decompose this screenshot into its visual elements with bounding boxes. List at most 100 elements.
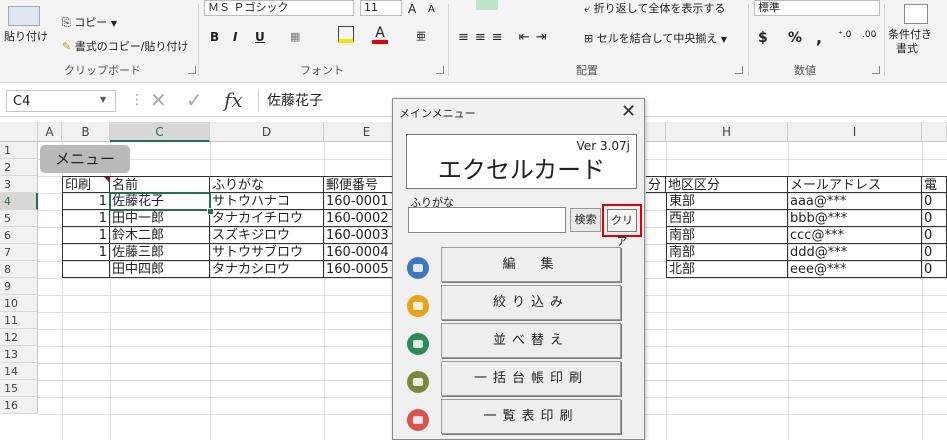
cell-email[interactable]: ccc@*** xyxy=(788,227,922,244)
cell-postal[interactable]: 160-0003 xyxy=(324,227,394,244)
number-launcher-icon[interactable] xyxy=(872,66,880,74)
column-header-j[interactable] xyxy=(922,122,947,142)
header-region[interactable]: 地区区分 xyxy=(666,176,788,193)
column-header-b[interactable]: B xyxy=(62,122,110,142)
cell-name[interactable]: 鈴木二郎 xyxy=(110,227,210,244)
menu-button[interactable]: メニュー xyxy=(40,145,130,173)
underline-button[interactable]: U xyxy=(255,30,265,44)
align-top-icon[interactable] xyxy=(476,0,498,10)
number-format-select[interactable]: 標準 xyxy=(754,0,880,16)
conditional-format-label-2[interactable]: 書式 xyxy=(896,40,918,56)
comma-button[interactable]: , xyxy=(816,28,822,47)
phonetic-icon[interactable]: 亜 xyxy=(416,28,426,43)
cell-furigana[interactable]: タナカイチロウ xyxy=(210,210,324,227)
furigana-input[interactable] xyxy=(408,207,566,233)
search-button[interactable]: 検索 xyxy=(570,208,601,232)
cell-next[interactable]: 0 xyxy=(922,261,947,278)
cell-print[interactable]: 1 xyxy=(62,227,110,244)
border-icon[interactable]: ▦ xyxy=(290,30,300,43)
column-header-g-edge[interactable] xyxy=(646,122,666,142)
function-icon[interactable]: fx xyxy=(224,88,243,112)
increase-decimal-icon[interactable]: ⁺.0 xyxy=(838,30,851,40)
decrease-decimal-icon[interactable]: .00 xyxy=(862,30,876,40)
header-furigana[interactable]: ふりがな xyxy=(210,176,324,193)
fill-handle[interactable] xyxy=(207,208,214,215)
font-launcher-icon[interactable] xyxy=(436,66,444,74)
row-header-14[interactable]: 14 xyxy=(0,363,38,380)
row-header-3[interactable]: 3 xyxy=(0,176,38,193)
cell-next[interactable]: 0 xyxy=(922,227,947,244)
cell-postal[interactable]: 160-0005 xyxy=(324,261,394,278)
font-color-icon[interactable]: A xyxy=(372,26,388,44)
row-header-16[interactable]: 16 xyxy=(0,397,38,414)
row-header-7[interactable]: 7 xyxy=(0,244,38,261)
cell-postal[interactable]: 160-0001 xyxy=(324,193,394,210)
row-header-2[interactable]: 2 xyxy=(0,159,38,176)
list-print-button[interactable]: 一覧表印刷 xyxy=(441,399,621,434)
font-size-select[interactable]: 11 xyxy=(360,0,402,16)
bold-button[interactable]: B xyxy=(210,30,219,44)
cell-postal[interactable]: 160-0002 xyxy=(324,210,394,227)
row-header-10[interactable]: 10 xyxy=(0,295,38,312)
shrink-font-icon[interactable]: A xyxy=(428,4,435,15)
conditional-format-icon[interactable] xyxy=(904,4,928,24)
row-header-11[interactable]: 11 xyxy=(0,312,38,329)
font-name-select[interactable]: ＭＳ Ｐゴシック xyxy=(204,0,354,16)
cell-next[interactable]: 0 xyxy=(922,193,947,210)
sort-button[interactable]: 並べ替え xyxy=(441,323,621,358)
header-name[interactable]: 名前 xyxy=(110,176,210,193)
cell-print[interactable]: 1 xyxy=(62,193,110,210)
column-header-a[interactable]: A xyxy=(38,122,62,142)
cell-furigana[interactable]: タナカシロウ xyxy=(210,261,324,278)
header-email[interactable]: メールアドレス xyxy=(788,176,922,193)
format-painter-button[interactable]: ✎ 書式のコピー/貼り付け xyxy=(62,38,188,54)
column-header-i[interactable]: I xyxy=(788,122,922,142)
percent-button[interactable]: % xyxy=(788,30,802,46)
paste-button[interactable]: 貼り付け xyxy=(4,28,48,44)
header-next-partial[interactable]: 電 xyxy=(922,176,947,193)
cell-region[interactable]: 西部 xyxy=(666,210,788,227)
row-header-9[interactable]: 9 xyxy=(0,278,38,295)
enter-icon[interactable]: ✓ xyxy=(186,88,203,112)
cell-furigana[interactable]: スズキジロウ xyxy=(210,227,324,244)
column-header-c[interactable]: C xyxy=(110,122,210,142)
cell-name[interactable]: 佐藤三郎 xyxy=(110,244,210,261)
clear-button[interactable]: クリア xyxy=(607,209,637,248)
column-header-h[interactable]: H xyxy=(666,122,788,142)
cancel-icon[interactable]: ✕ xyxy=(150,88,167,112)
merge-center-button[interactable]: ⊞ セルを結合して中央揃え ▼ xyxy=(584,30,727,46)
row-header-12[interactable]: 12 xyxy=(0,329,38,346)
cell-furigana[interactable]: サトウハナコ xyxy=(210,193,324,210)
row-header-4[interactable]: 4 xyxy=(0,193,38,210)
wrap-text-button[interactable]: ⤶ 折り返して全体を表示する xyxy=(584,0,725,16)
cell-print[interactable]: 1 xyxy=(62,244,110,261)
header-postal[interactable]: 郵便番号 xyxy=(324,176,394,193)
row-header-6[interactable]: 6 xyxy=(0,227,38,244)
row-header-13[interactable]: 13 xyxy=(0,346,38,363)
cell-region[interactable]: 北部 xyxy=(666,261,788,278)
cell-email[interactable]: bbb@*** xyxy=(788,210,922,227)
select-all-corner[interactable] xyxy=(0,122,38,142)
align-buttons[interactable]: ≡≡≡ ⇤⇥ xyxy=(458,30,553,45)
chevron-down-icon[interactable]: ▼ xyxy=(100,95,106,104)
alignment-launcher-icon[interactable] xyxy=(735,66,743,74)
cell-print[interactable] xyxy=(62,261,110,278)
cell-email[interactable]: ddd@*** xyxy=(788,244,922,261)
cell-region[interactable]: 南部 xyxy=(666,244,788,261)
filter-button[interactable]: 絞り込み xyxy=(441,285,621,320)
italic-button[interactable]: I xyxy=(233,30,237,44)
row-header-5[interactable]: 5 xyxy=(0,210,38,227)
clipboard-launcher-icon[interactable] xyxy=(188,66,196,74)
row-header-1[interactable]: 1 xyxy=(0,142,38,159)
cell-next[interactable]: 0 xyxy=(922,210,947,227)
edit-button[interactable]: 編 集 xyxy=(441,247,621,282)
copy-button[interactable]: ⎘ コピー ▼ xyxy=(62,14,117,30)
bulk-ledger-print-button[interactable]: 一括台帳印刷 xyxy=(441,361,621,396)
column-header-d[interactable]: D xyxy=(210,122,324,142)
header-print[interactable]: 印刷 xyxy=(62,176,110,193)
row-header-15[interactable]: 15 xyxy=(0,380,38,397)
cell-print[interactable]: 1 xyxy=(62,210,110,227)
cell-region[interactable]: 南部 xyxy=(666,227,788,244)
cell-postal[interactable]: 160-0004 xyxy=(324,244,394,261)
row-header-8[interactable]: 8 xyxy=(0,261,38,278)
